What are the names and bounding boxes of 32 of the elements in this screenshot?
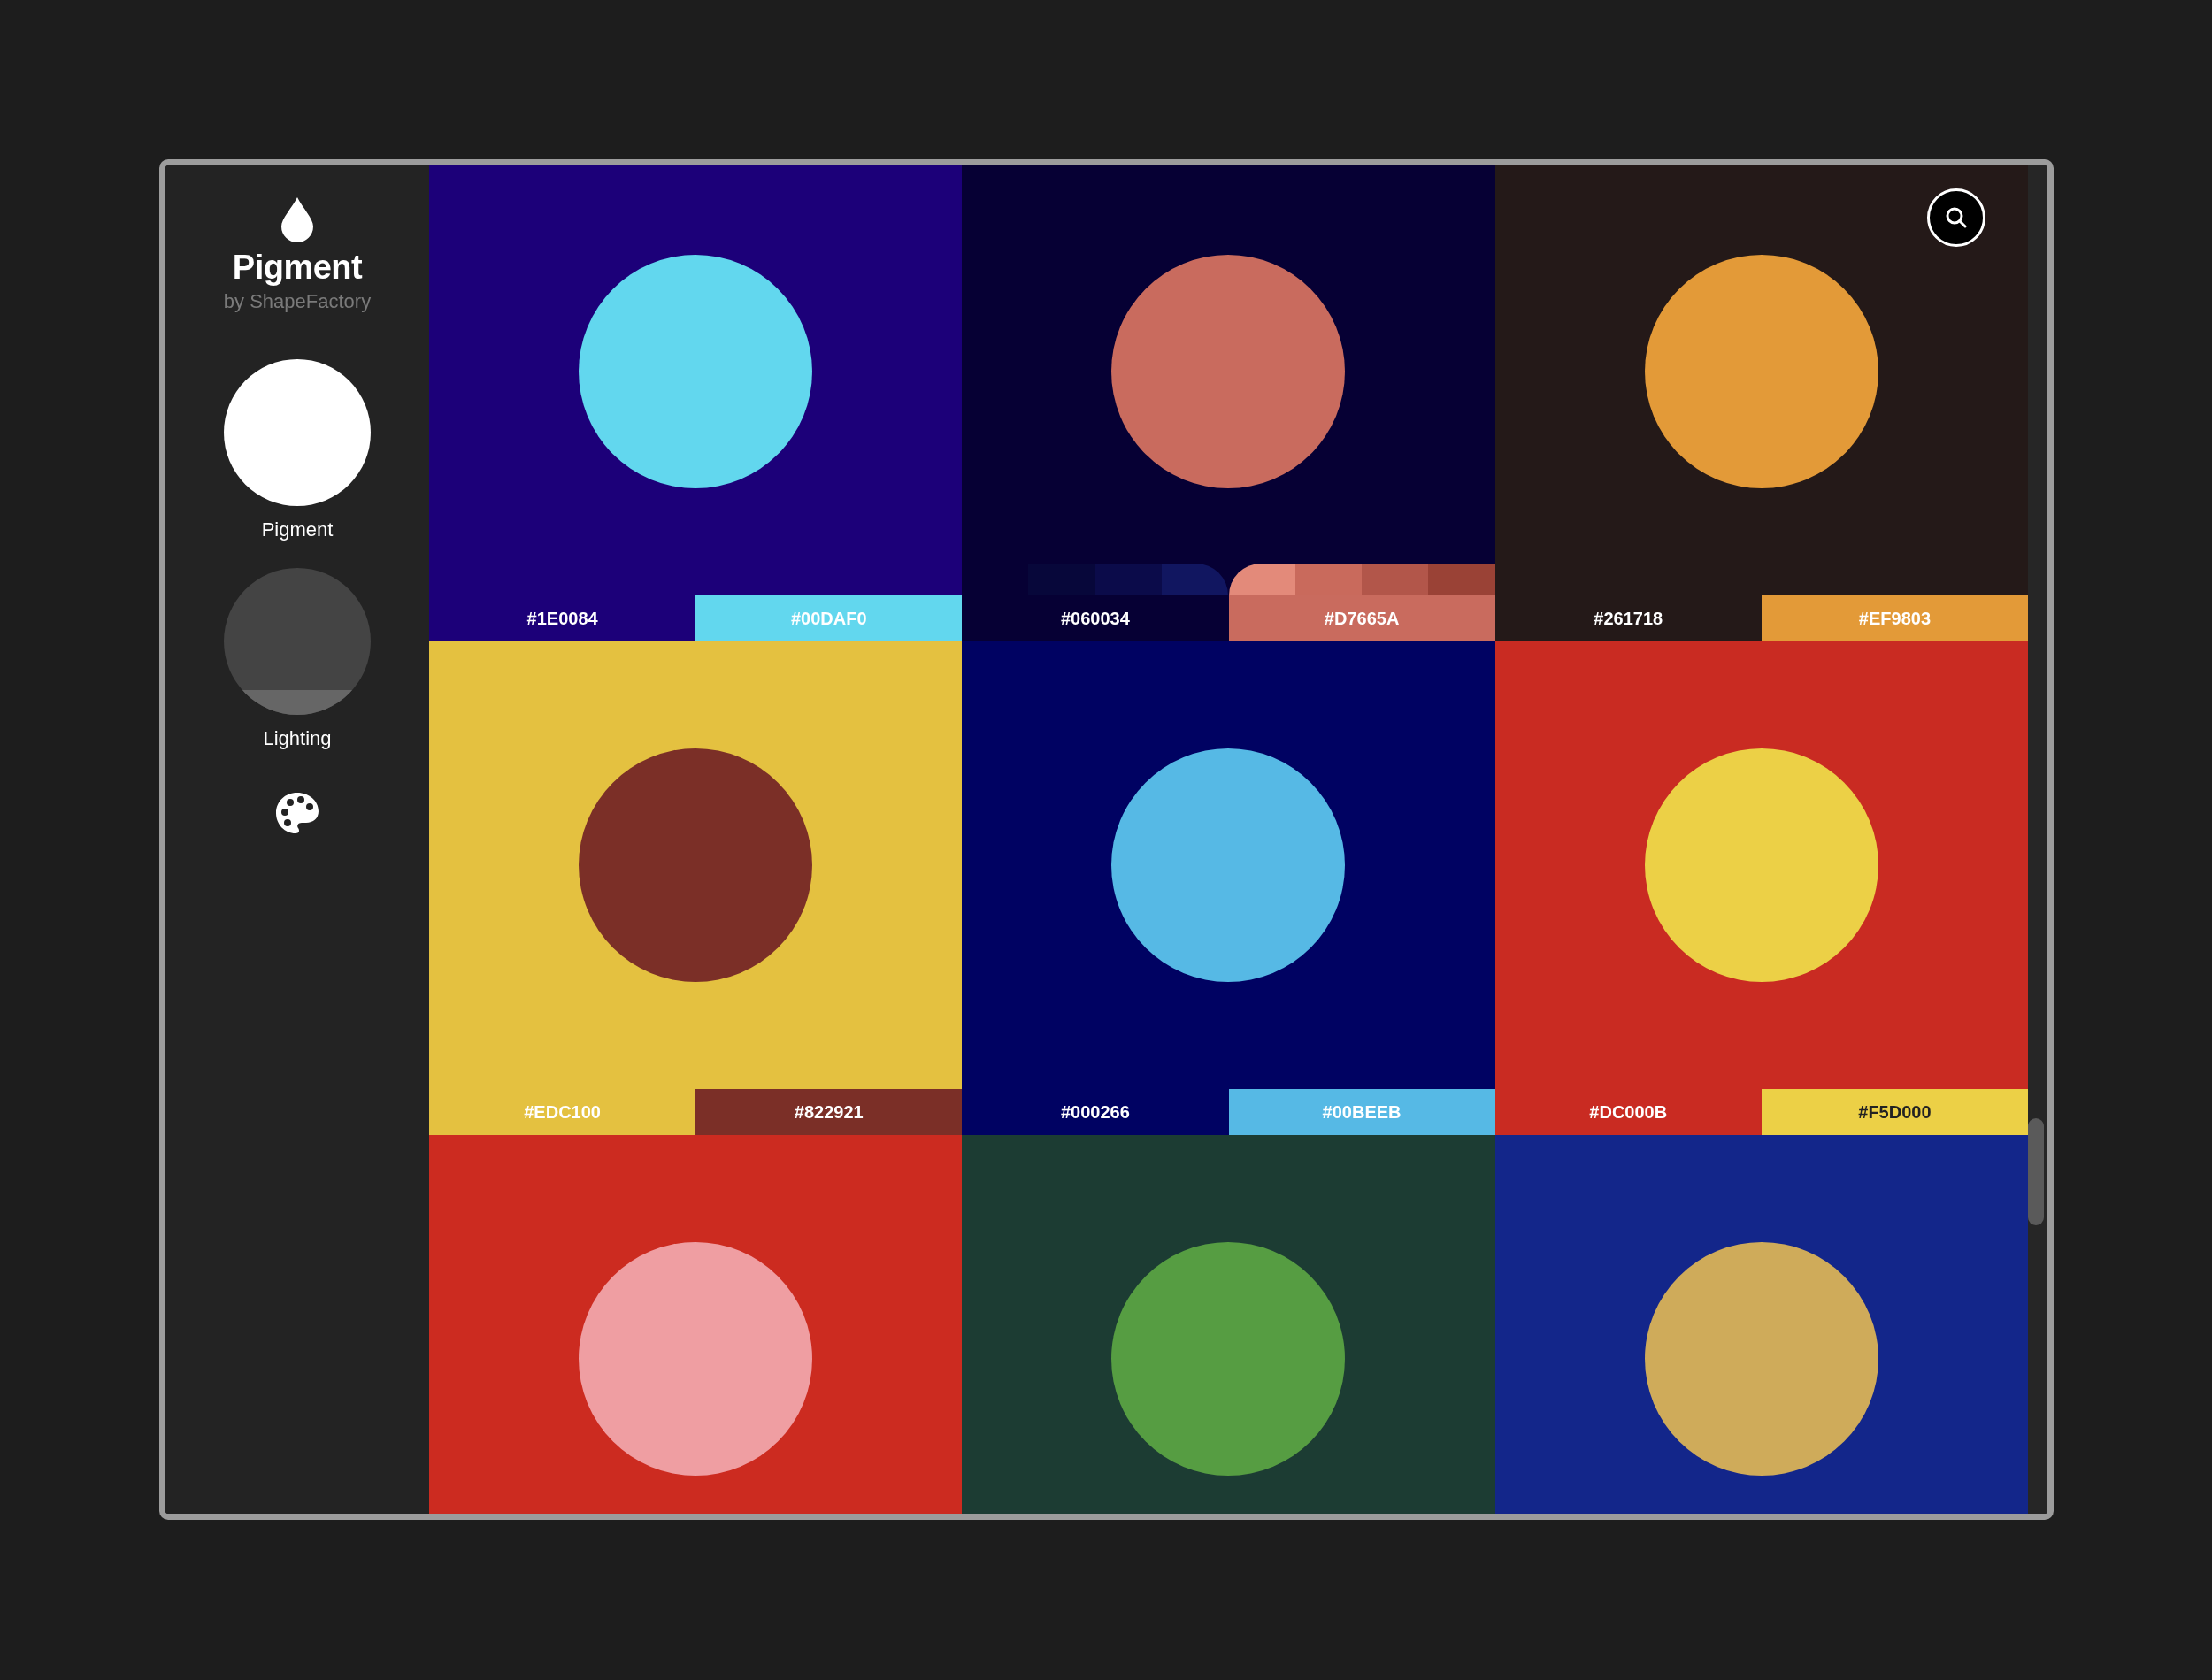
shade-swatch[interactable]	[1294, 564, 1363, 595]
hex-label[interactable]: #000266	[962, 1089, 1229, 1135]
shade-swatch[interactable]	[1362, 564, 1429, 595]
nav-item[interactable]: Lighting	[224, 568, 371, 750]
color-tile[interactable]	[962, 165, 1495, 595]
color-tile[interactable]	[429, 1135, 963, 1514]
scrollbar[interactable]	[2028, 165, 2047, 1514]
shade-swatch[interactable]	[1162, 564, 1229, 595]
app-byline: by ShapeFactory	[223, 290, 372, 313]
color-tile[interactable]	[1494, 1135, 2028, 1514]
nav-item[interactable]: Pigment	[224, 359, 371, 541]
color-tile[interactable]	[962, 1135, 1495, 1514]
hex-label[interactable]: #DC000B	[1494, 1089, 1762, 1135]
hex-label[interactable]: #261718	[1494, 595, 1762, 641]
hex-label[interactable]: #060034	[962, 595, 1229, 641]
app-title: Pigment	[232, 249, 363, 287]
color-tile[interactable]	[429, 165, 963, 595]
nav-circle-icon	[224, 359, 371, 506]
drop-icon	[280, 197, 315, 243]
color-tile[interactable]	[1494, 641, 2028, 1089]
shade-swatch[interactable]	[1428, 564, 1495, 595]
palette-icon[interactable]	[274, 791, 320, 835]
hex-label[interactable]: #822921	[695, 1089, 963, 1135]
shade-swatch[interactable]	[1094, 564, 1162, 595]
hex-label[interactable]: #F5D000	[1761, 1089, 2028, 1135]
shade-swatch[interactable]	[1228, 564, 1295, 595]
color-tile[interactable]	[429, 641, 963, 1089]
hex-label[interactable]: #D7665A	[1228, 595, 1495, 641]
hex-label[interactable]: #1E0084	[429, 595, 696, 641]
color-tile[interactable]	[1494, 165, 2028, 595]
color-tile[interactable]	[962, 641, 1495, 1089]
nav-circle-icon	[224, 568, 371, 715]
